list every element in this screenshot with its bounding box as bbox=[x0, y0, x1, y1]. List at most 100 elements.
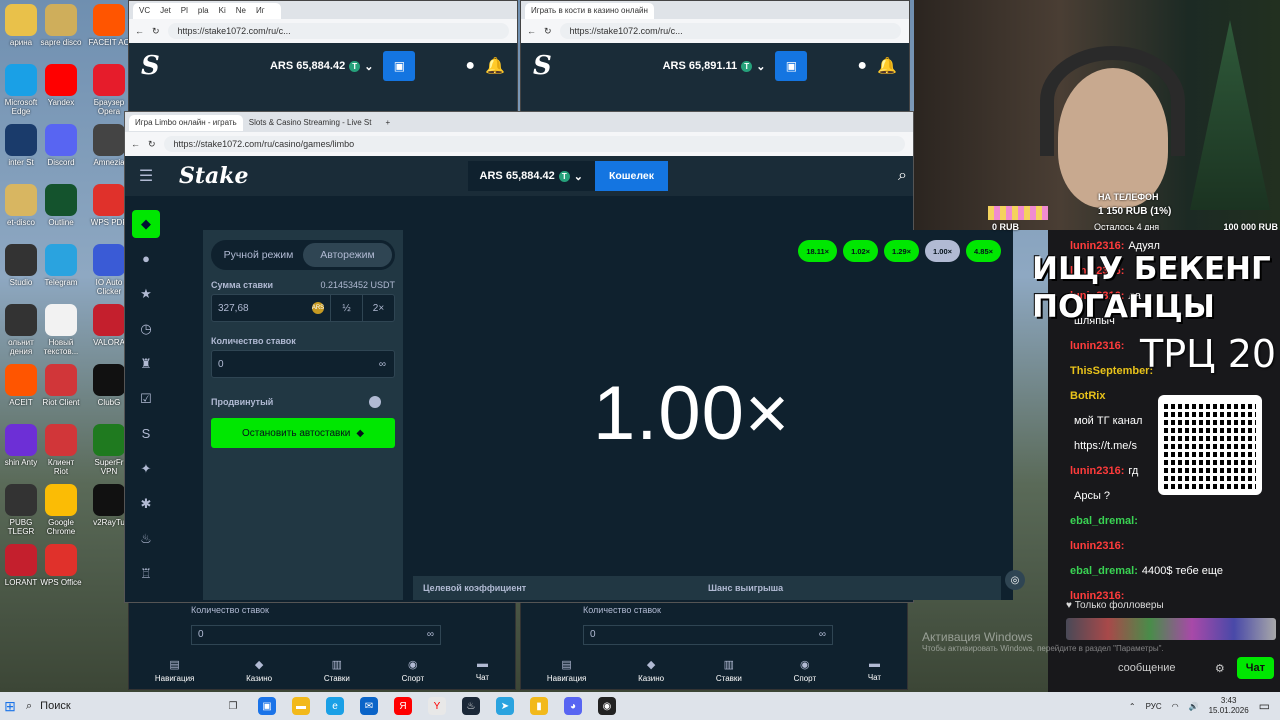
headset-icon[interactable]: ◎ bbox=[1005, 570, 1025, 590]
desktop-icon[interactable]: Microsoft Edge bbox=[0, 64, 42, 116]
windows-start-icon[interactable]: ⊞ bbox=[0, 692, 20, 720]
user-icon[interactable]: ● bbox=[857, 57, 867, 75]
auto-mode-tab[interactable]: Авторежим bbox=[303, 243, 392, 267]
manual-mode-tab[interactable]: Ручной режим bbox=[214, 243, 303, 267]
bell-icon[interactable]: 🔔 bbox=[877, 56, 897, 76]
half-button[interactable]: ½ bbox=[330, 295, 362, 321]
nav-item[interactable]: ◆ Казино bbox=[246, 658, 272, 683]
stake-logo-icon[interactable]: S bbox=[533, 51, 552, 81]
tab-slots-streaming[interactable]: Slots & Casino Streaming - Live St bbox=[243, 115, 378, 131]
star-icon[interactable]: ★ bbox=[125, 276, 167, 311]
sidebar-sport-icon[interactable]: ● bbox=[125, 241, 167, 276]
num-bets-input[interactable]: 0 ∞ bbox=[583, 625, 833, 645]
tab-label[interactable]: Jet bbox=[160, 6, 171, 15]
new-tab-icon[interactable]: + bbox=[385, 118, 390, 127]
back-icon[interactable]: ← bbox=[131, 139, 140, 149]
mail-icon[interactable]: ✉ bbox=[360, 697, 378, 715]
recent-result-chip[interactable]: 18.11× bbox=[798, 240, 838, 262]
lang-indicator[interactable]: РУС bbox=[1146, 702, 1162, 711]
yandex-icon[interactable]: Я bbox=[394, 697, 412, 715]
chat-username[interactable]: ebal_dremal: bbox=[1070, 565, 1138, 577]
search-icon[interactable]: ⌕ bbox=[898, 167, 913, 185]
store-icon[interactable]: ▣ bbox=[258, 697, 276, 715]
bet-amount-input[interactable]: 327,68 ARS ½ 2× bbox=[211, 294, 395, 322]
nav-item[interactable]: ◉ Спорт bbox=[794, 658, 817, 683]
nav-item[interactable]: ▥ Ставки bbox=[716, 658, 742, 683]
settings-icon[interactable]: ⚙ bbox=[1215, 662, 1225, 675]
chevron-up-icon[interactable]: ⌃ bbox=[1129, 702, 1136, 711]
desktop-icon[interactable]: Discord bbox=[40, 124, 82, 167]
desktop-icon[interactable]: арина bbox=[0, 4, 42, 47]
chat-username[interactable]: lunin2316: bbox=[1070, 465, 1124, 477]
clock[interactable]: 3:43 15.01.2026 bbox=[1209, 696, 1249, 716]
chat-input[interactable]: сообщение bbox=[1118, 662, 1176, 674]
stake-logo-icon[interactable]: S bbox=[141, 51, 160, 81]
stop-autobet-button[interactable]: Остановить автоставки ◆ bbox=[211, 418, 395, 448]
desktop-icon[interactable]: Клиент Riot bbox=[40, 424, 82, 476]
browser-window-limbo[interactable]: Игра Limbo онлайн - играть Slots & Casin… bbox=[124, 111, 1025, 603]
tab-dice[interactable]: Играть в кости в казино онлайн bbox=[525, 3, 654, 19]
chat-username[interactable]: BotRix bbox=[1070, 390, 1105, 402]
recent-result-chip[interactable]: 1.02× bbox=[843, 240, 879, 262]
nav-item[interactable]: ▥ Ставки bbox=[324, 658, 350, 683]
chat-username[interactable]: ebal_dremal: bbox=[1070, 515, 1138, 527]
nav-item[interactable]: ◉ Спорт bbox=[402, 658, 425, 683]
obs-icon[interactable]: ◉ bbox=[598, 697, 616, 715]
tab-label[interactable]: Иг bbox=[256, 6, 265, 15]
nav-item[interactable]: ▬ Чат bbox=[476, 658, 489, 683]
url-field[interactable]: https://stake1072.com/ru/casino/games/li… bbox=[163, 136, 905, 152]
desktop-icon[interactable]: Telegram bbox=[40, 244, 82, 287]
notification-icon[interactable]: ▭ bbox=[1259, 699, 1270, 713]
originals-icon[interactable]: S bbox=[125, 416, 167, 451]
desktop-icon[interactable]: Outline bbox=[40, 184, 82, 227]
discord-icon[interactable]: ◕ bbox=[564, 697, 582, 715]
check-icon[interactable]: ☑ bbox=[125, 381, 167, 416]
desktop-icon[interactable]: sapre disco bbox=[40, 4, 82, 47]
tab-label[interactable]: Ne bbox=[236, 6, 246, 15]
nav-item[interactable]: ▤ Навигация bbox=[547, 658, 587, 683]
nav-item[interactable]: ◆ Казино bbox=[638, 658, 664, 683]
balance-display[interactable]: ARS 65,884.42 T ⌄ bbox=[467, 161, 595, 191]
desktop-icon[interactable]: Google Chrome bbox=[40, 484, 82, 536]
balance-display[interactable]: ARS 65,891.11 T ⌄ bbox=[663, 60, 766, 73]
browser-window-top-right[interactable]: Играть в кости в казино онлайн ← ↻ https… bbox=[520, 0, 910, 112]
num-bets-input[interactable]: 0 ∞ bbox=[191, 625, 441, 645]
stake-logo[interactable]: Stake bbox=[179, 163, 249, 189]
desktop-icon[interactable]: Новый текстов... bbox=[40, 304, 82, 356]
back-icon[interactable]: ← bbox=[135, 26, 144, 36]
desktop-icon[interactable]: Riot Client bbox=[40, 364, 82, 407]
wifi-icon[interactable]: ◠ bbox=[1172, 702, 1179, 711]
back-icon[interactable]: ← bbox=[527, 26, 536, 36]
sidebar-casino-icon[interactable]: ◆ bbox=[125, 206, 167, 241]
nav-item[interactable]: ▬ Чат bbox=[868, 658, 881, 683]
reload-icon[interactable]: ↻ bbox=[544, 26, 552, 37]
chat-username[interactable]: lunin2316: bbox=[1070, 340, 1124, 352]
recent-result-chip[interactable]: 4.85× bbox=[966, 240, 1001, 262]
desktop-icon[interactable]: inter St bbox=[0, 124, 42, 167]
volume-icon[interactable]: 🔊 bbox=[1189, 702, 1199, 711]
tab-label[interactable]: Pl bbox=[181, 6, 188, 15]
yandex-browser-icon[interactable]: Y bbox=[428, 697, 446, 715]
app-icon[interactable]: ▮ bbox=[530, 697, 548, 715]
tab-limbo[interactable]: Игра Limbo онлайн - играть bbox=[129, 115, 243, 131]
url-field[interactable]: https://stake1072.com/ru/c... bbox=[559, 23, 901, 39]
advanced-toggle[interactable] bbox=[369, 396, 381, 408]
task-view-icon[interactable]: ❐ bbox=[224, 697, 242, 715]
explorer-icon[interactable]: ▬ bbox=[292, 697, 310, 715]
nav-item[interactable]: ▤ Навигация bbox=[155, 658, 195, 683]
wallet-icon[interactable]: ▣ bbox=[383, 51, 416, 81]
desktop-icon[interactable]: Yandex bbox=[40, 64, 82, 107]
num-bets-input[interactable]: 0 ∞ bbox=[211, 350, 395, 378]
chat-username[interactable]: lunin2316: bbox=[1070, 540, 1124, 552]
desktop-icon[interactable]: FACEIT AC bbox=[88, 4, 130, 47]
desktop-icon[interactable]: shin Anty bbox=[0, 424, 42, 467]
desktop-icon[interactable]: ACEIT bbox=[0, 364, 42, 407]
recent-result-chip[interactable]: 1.00× bbox=[925, 240, 961, 262]
steam-icon[interactable]: ♨ bbox=[462, 697, 480, 715]
address-bar[interactable]: ← ↻ https://stake1072.com/ru/c... bbox=[129, 19, 517, 43]
desktop-icon[interactable]: Браузер Opera bbox=[88, 64, 130, 116]
desktop-icon[interactable]: LORANT bbox=[0, 544, 42, 587]
address-bar[interactable]: ← ↻ https://stake1072.com/ru/casino/game… bbox=[125, 132, 913, 156]
tab-strip[interactable]: VC Jet Pl pla Ki Ne Иг bbox=[133, 3, 281, 19]
reload-icon[interactable]: ↻ bbox=[148, 139, 156, 150]
